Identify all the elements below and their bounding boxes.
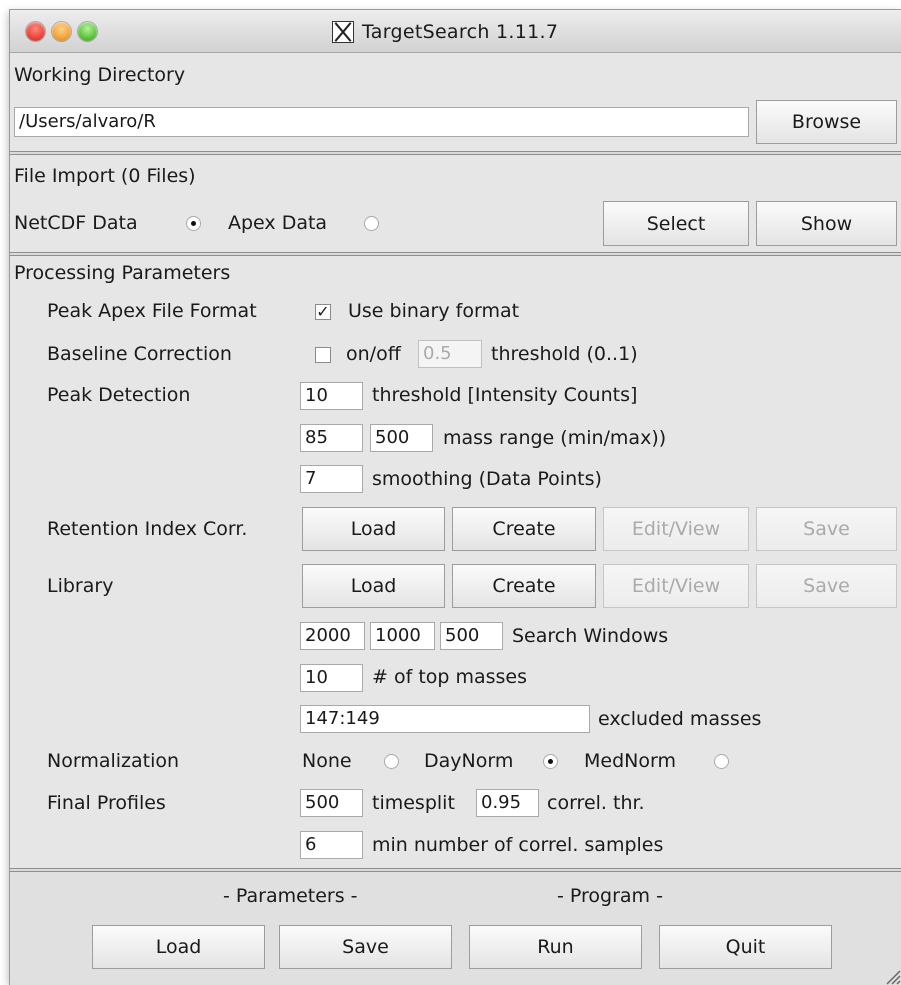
search-window-2-input[interactable]: 1000: [370, 622, 435, 650]
mass-range-label: mass range (min/max)): [443, 427, 667, 449]
window-title-text: TargetSearch 1.11.7: [362, 21, 559, 43]
select-files-button[interactable]: Select: [603, 201, 749, 246]
library-label: Library: [47, 575, 114, 597]
close-window-button[interactable]: [26, 22, 45, 41]
resize-grip-icon[interactable]: [881, 965, 901, 985]
minimize-window-button[interactable]: [52, 22, 71, 41]
library-save-button[interactable]: Save: [756, 564, 897, 608]
correl-threshold-label: correl. thr.: [547, 792, 645, 814]
apex-radio[interactable]: [364, 216, 379, 231]
final-profiles-label: Final Profiles: [47, 792, 166, 814]
ri-create-button[interactable]: Create: [452, 507, 596, 551]
norm-mednorm-label: MedNorm: [584, 750, 676, 772]
timesplit-label: timesplit: [372, 792, 455, 814]
parameters-heading: - Parameters -: [223, 885, 358, 907]
baseline-threshold-label: threshold (0..1): [491, 343, 638, 365]
netcdf-label: NetCDF Data: [14, 212, 138, 234]
window-title: TargetSearch 1.11.7: [332, 21, 558, 43]
correl-threshold-input[interactable]: 0.95: [476, 789, 539, 817]
action-bar: - Parameters - - Program - Load Save Run…: [10, 872, 901, 985]
browse-button[interactable]: Browse: [756, 100, 897, 144]
zoom-window-button[interactable]: [78, 22, 97, 41]
run-button[interactable]: Run: [469, 925, 642, 969]
binary-format-checkbox[interactable]: ✓: [315, 304, 331, 320]
norm-daynorm-radio[interactable]: [543, 754, 558, 769]
norm-none-radio[interactable]: [384, 754, 399, 769]
baseline-label: Baseline Correction: [47, 343, 232, 365]
search-window-3-input[interactable]: 500: [440, 622, 503, 650]
smoothing-label: smoothing (Data Points): [372, 468, 602, 490]
ri-load-button[interactable]: Load: [302, 507, 445, 551]
norm-mednorm-radio[interactable]: [714, 754, 729, 769]
show-files-button[interactable]: Show: [756, 201, 897, 246]
mass-max-input[interactable]: 500: [370, 424, 433, 452]
library-create-button[interactable]: Create: [452, 564, 596, 608]
baseline-threshold-input[interactable]: 0.5: [418, 340, 482, 368]
min-samples-label: min number of correl. samples: [372, 834, 664, 856]
parameters-load-button[interactable]: Load: [92, 925, 265, 969]
library-editview-button[interactable]: Edit/View: [603, 564, 749, 608]
x11-icon: [332, 21, 354, 43]
normalization-label: Normalization: [47, 750, 180, 772]
excluded-masses-input[interactable]: 147:149: [300, 705, 590, 733]
baseline-onoff-label: on/off: [346, 343, 401, 365]
norm-daynorm-label: DayNorm: [424, 750, 514, 772]
program-heading: - Program -: [557, 885, 663, 907]
ri-save-button[interactable]: Save: [756, 507, 897, 551]
apex-label: Apex Data: [228, 212, 328, 234]
smoothing-input[interactable]: 7: [300, 465, 363, 493]
section-divider: [10, 151, 901, 155]
timesplit-input[interactable]: 500: [300, 789, 363, 817]
excluded-masses-label: excluded masses: [598, 708, 762, 730]
search-windows-label: Search Windows: [512, 625, 669, 647]
peak-threshold-label: threshold [Intensity Counts]: [372, 384, 638, 406]
peak-apex-label: Peak Apex File Format: [47, 300, 257, 322]
min-samples-input[interactable]: 6: [300, 831, 363, 859]
section-divider: [10, 252, 901, 256]
app-window: TargetSearch 1.11.7 Working Directory /U…: [10, 10, 901, 985]
peak-detection-label: Peak Detection: [47, 384, 191, 406]
retention-index-label: Retention Index Corr.: [47, 518, 248, 540]
top-masses-input[interactable]: 10: [300, 664, 363, 692]
working-directory-input[interactable]: /Users/alvaro/R: [14, 107, 749, 137]
ri-editview-button[interactable]: Edit/View: [603, 507, 749, 551]
baseline-checkbox[interactable]: [315, 347, 331, 363]
title-bar: TargetSearch 1.11.7: [10, 10, 901, 53]
processing-heading: Processing Parameters: [14, 262, 231, 284]
binary-format-label: Use binary format: [348, 300, 520, 322]
mass-min-input[interactable]: 85: [300, 424, 363, 452]
peak-threshold-input[interactable]: 10: [300, 382, 363, 410]
file-import-heading: File Import (0 Files): [14, 165, 196, 187]
norm-none-label: None: [302, 750, 352, 772]
top-masses-label: # of top masses: [372, 666, 528, 688]
netcdf-radio[interactable]: [186, 216, 201, 231]
search-window-1-input[interactable]: 2000: [300, 622, 365, 650]
working-directory-heading: Working Directory: [14, 64, 186, 86]
quit-button[interactable]: Quit: [659, 925, 832, 969]
parameters-save-button[interactable]: Save: [279, 925, 452, 969]
library-load-button[interactable]: Load: [302, 564, 445, 608]
